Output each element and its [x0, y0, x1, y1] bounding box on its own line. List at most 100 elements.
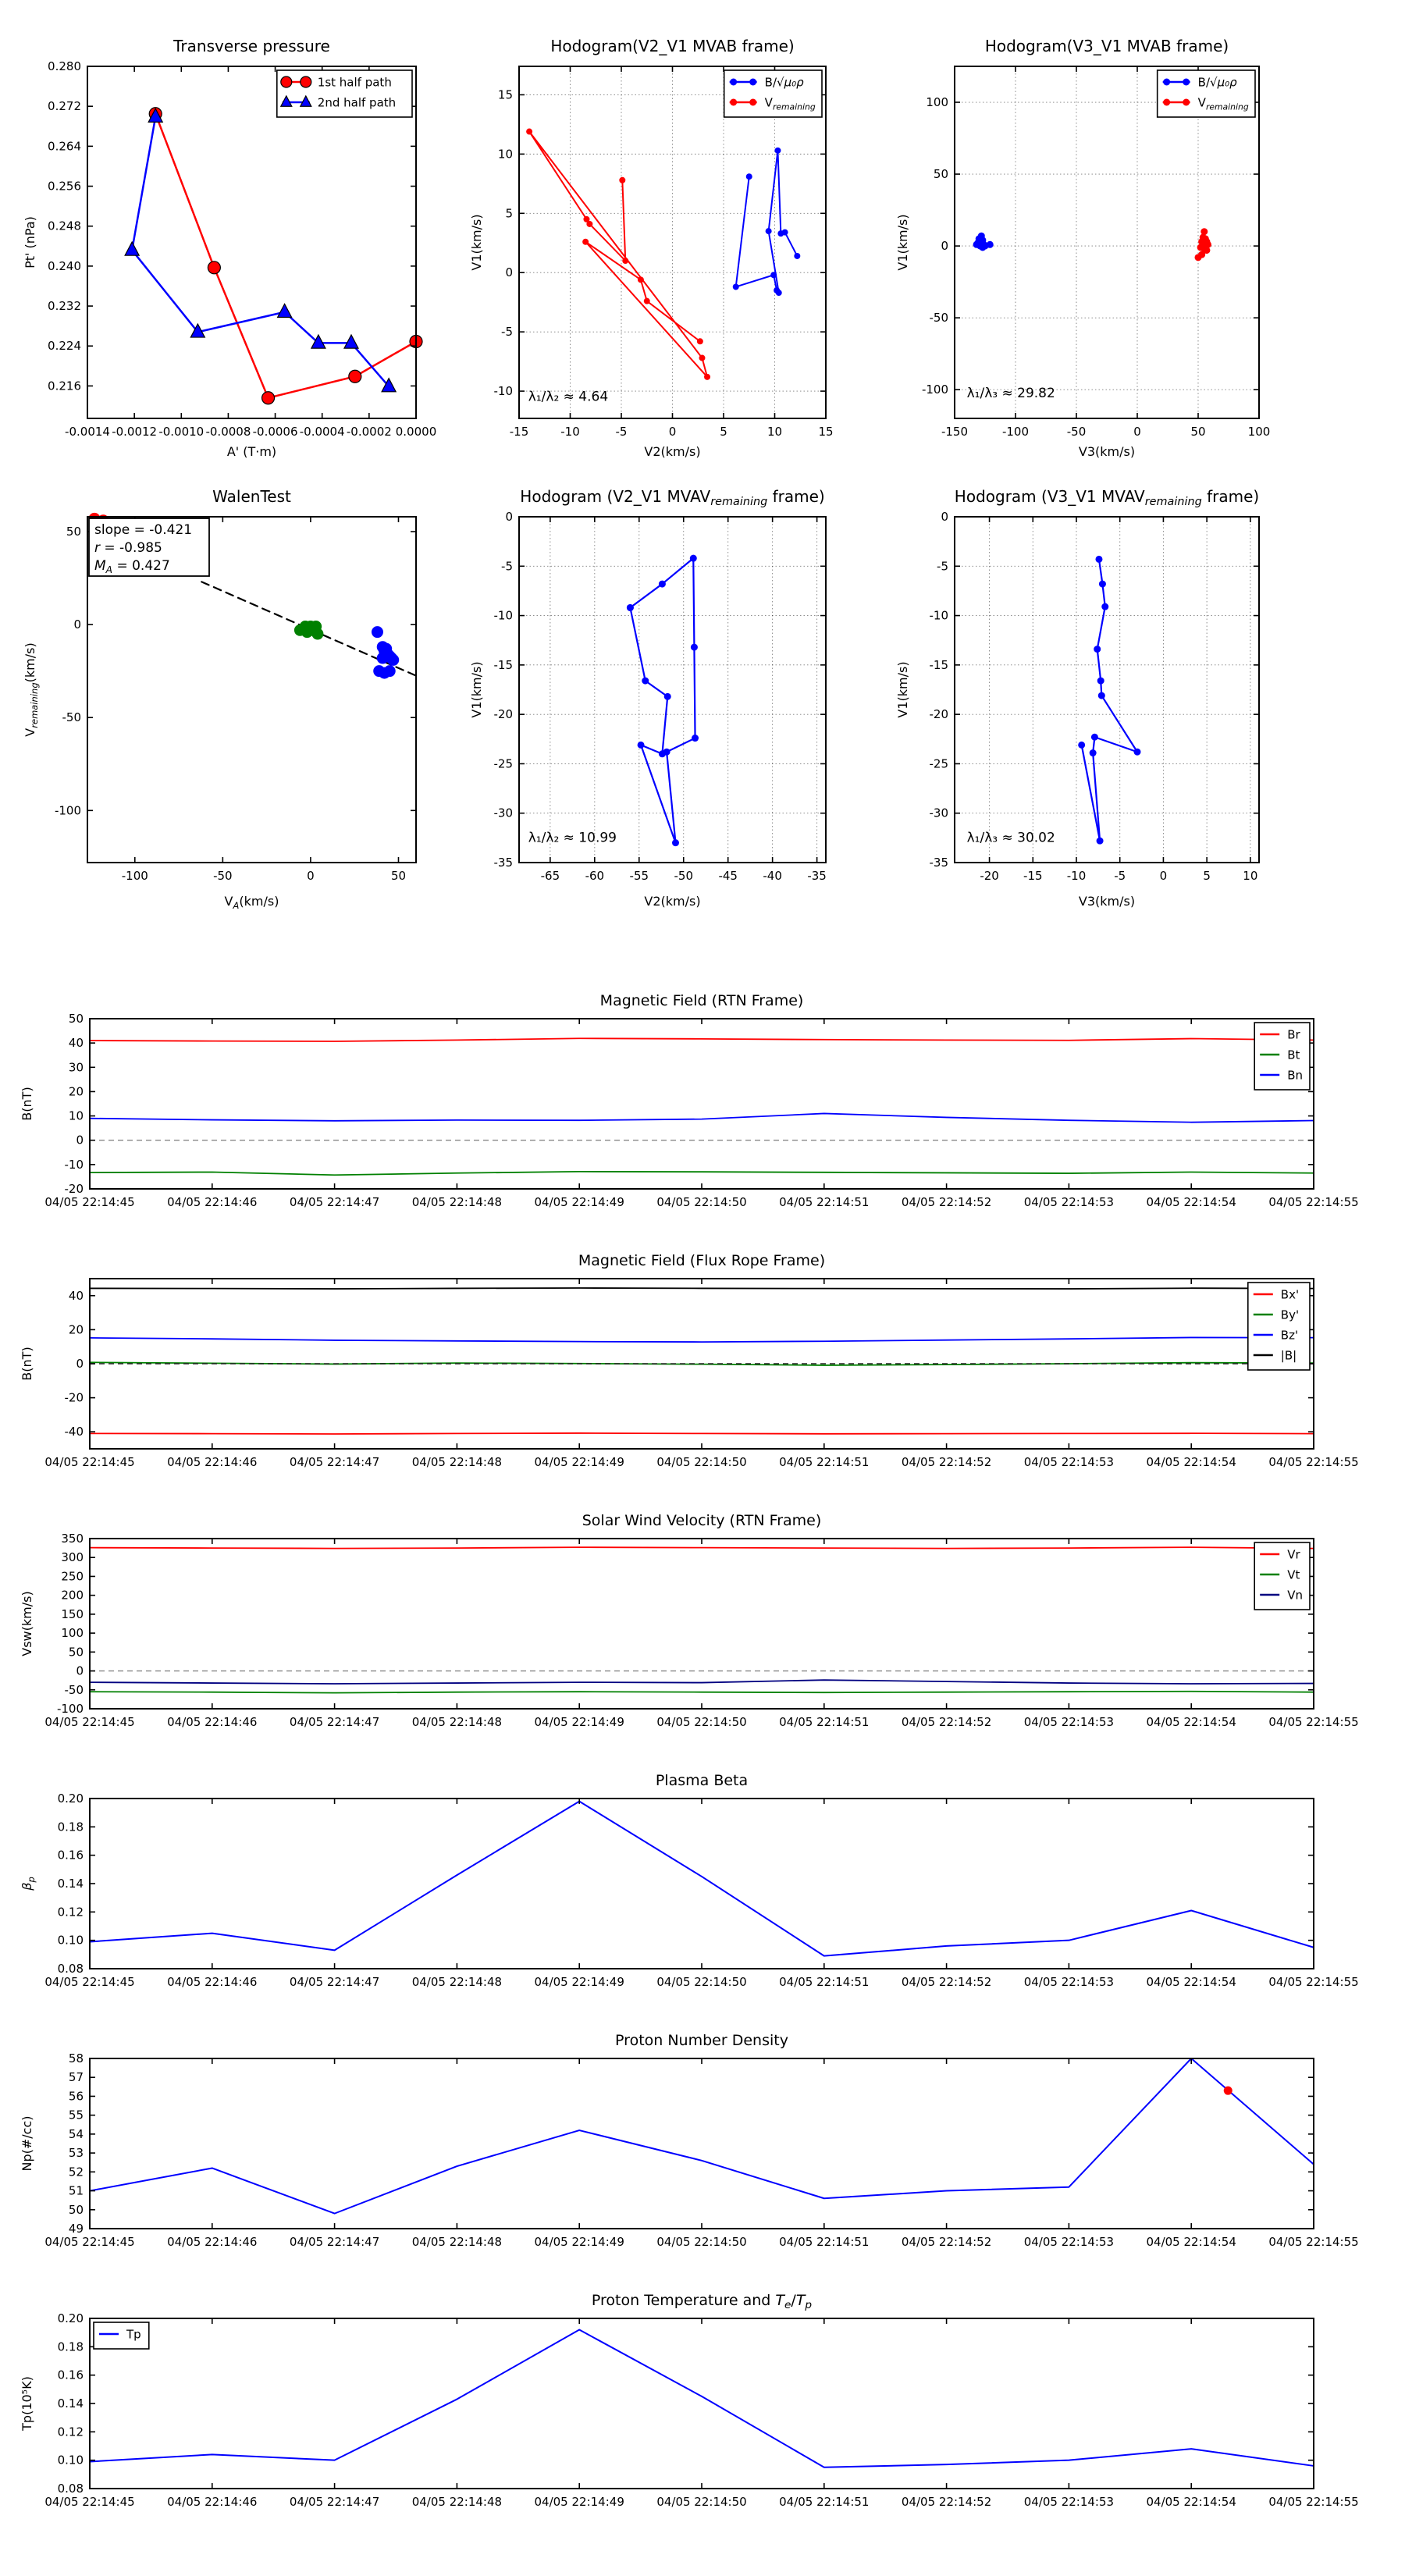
- x-tick-label: 04/05 22:14:48: [412, 1195, 502, 1209]
- x-tick-label: 04/05 22:14:50: [656, 1975, 746, 1989]
- legend-label: B/√μ₀ρ: [1198, 76, 1237, 90]
- plot-box: [90, 2058, 1314, 2229]
- plasma-beta-plot: 04/05 22:14:4504/05 22:14:4604/05 22:14:…: [0, 1759, 1405, 2019]
- y-axis-label: B(nT): [20, 1087, 34, 1120]
- x-tick-label: 5: [1203, 869, 1211, 883]
- x-tick-label: 04/05 22:14:45: [44, 1195, 134, 1209]
- y-tick-label: 0.264: [48, 139, 81, 153]
- y-tick-label: 15: [498, 87, 513, 101]
- y-tick-label: 350: [61, 1532, 84, 1546]
- x-tick-label: 04/05 22:14:55: [1268, 1715, 1358, 1729]
- y-axis-label: Tp(10⁵K): [20, 2376, 34, 2432]
- panel-plasma-beta: 04/05 22:14:4504/05 22:14:4604/05 22:14:…: [0, 1759, 1405, 2019]
- x-tick-label: -5: [616, 425, 628, 439]
- x-tick-label: 04/05 22:14:46: [167, 1715, 257, 1729]
- x-tick-label: 5: [720, 425, 727, 439]
- y-tick-label: 0.10: [58, 1934, 84, 1948]
- figure-canvas: -0.0014-0.0012-0.0010-0.0008-0.0006-0.00…: [0, 0, 1405, 2576]
- y-tick-label: 51: [69, 2184, 84, 2198]
- y-tick-label: 0.232: [48, 299, 81, 313]
- y-tick-label: 10: [498, 147, 513, 161]
- y-tick-label: 0.256: [48, 180, 81, 194]
- y-tick-label: 150: [61, 1607, 84, 1621]
- x-tick-label: 04/05 22:14:49: [535, 1195, 624, 1209]
- x-tick-label: 04/05 22:14:48: [412, 2495, 502, 2509]
- x-tick-label: 04/05 22:14:47: [290, 1455, 379, 1469]
- plot-title: Magnetic Field (Flux Rope Frame): [578, 1252, 825, 1269]
- ticks: 04/05 22:14:4504/05 22:14:4604/05 22:14:…: [44, 1532, 1358, 1729]
- legend-label: Vn: [1287, 1589, 1303, 1603]
- x-tick-label: 100: [1248, 425, 1271, 439]
- annotation: λ₁/λ₃ ≈ 29.82: [967, 386, 1055, 401]
- x-tick-label: 04/05 22:14:53: [1024, 1975, 1114, 1989]
- panel-proton-number-density: 04/05 22:14:4504/05 22:14:4604/05 22:14:…: [0, 2019, 1405, 2279]
- y-tick-label: -50: [62, 710, 82, 724]
- legend-label: Vr: [1287, 1548, 1300, 1562]
- legend-label: Bx': [1281, 1288, 1299, 1302]
- y-tick-label: 58: [69, 2051, 84, 2065]
- legend-label: Bt: [1287, 1048, 1300, 1062]
- y-axis-label: Np(#/cc): [20, 2116, 34, 2172]
- x-tick-label: 04/05 22:14:46: [167, 1195, 257, 1209]
- y-tick-label: 0: [941, 510, 948, 524]
- y-tick-label: 0.20: [58, 2311, 84, 2325]
- ticks: -65-60-55-50-45-40-35-35-30-25-20-15-10-…: [494, 510, 827, 883]
- series-Vn: [90, 1680, 1314, 1684]
- y-tick-label: -40: [65, 1425, 84, 1439]
- legend-label: |B|: [1281, 1349, 1297, 1363]
- legend: Bx'By'Bz'|B|: [1248, 1283, 1310, 1370]
- series-Vr: [90, 1547, 1314, 1548]
- x-axis-label: V2(km/s): [644, 894, 700, 909]
- y-tick-label: 57: [69, 2070, 84, 2084]
- legend-label: 2nd half path: [318, 96, 396, 110]
- ticks: -15-10-5051015-10-5051015: [494, 66, 834, 439]
- x-tick-label: -0.0012: [112, 425, 157, 439]
- y-axis-label: Vsw(km/s): [20, 1591, 34, 1656]
- x-tick-label: 04/05 22:14:45: [44, 2495, 134, 2509]
- stat-line: slope = -0.421: [94, 522, 192, 538]
- y-tick-label: -35: [930, 856, 949, 870]
- series-Bn: [90, 1113, 1314, 1122]
- x-tick-label: 04/05 22:14:50: [656, 1195, 746, 1209]
- x-tick-label: 04/05 22:14:54: [1147, 1715, 1236, 1729]
- x-tick-label: 04/05 22:14:49: [535, 2235, 624, 2249]
- series-1st half path: [149, 108, 422, 404]
- x-tick-label: 04/05 22:14:51: [779, 1195, 869, 1209]
- y-tick-label: -50: [65, 1683, 84, 1697]
- x-tick-label: 04/05 22:14:53: [1024, 1455, 1114, 1469]
- x-tick-label: 0: [307, 869, 315, 883]
- ticks: -150-100-50050100-100-50050100: [922, 66, 1270, 439]
- y-tick-label: 50: [69, 2203, 84, 2217]
- y-tick-label: 0.12: [58, 1905, 84, 1919]
- x-axis-label: V2(km/s): [644, 444, 700, 459]
- proton-temperature-plot: 04/05 22:14:4504/05 22:14:4604/05 22:14:…: [0, 2279, 1405, 2539]
- x-tick-label: -0.0010: [158, 425, 204, 439]
- plot-title: WalenTest: [212, 487, 291, 506]
- x-tick-label: 04/05 22:14:52: [902, 1195, 991, 1209]
- y-axis-label: βp: [20, 1877, 37, 1891]
- panel-magnetic-field-rtn: 04/05 22:14:45 04/05 22:14:46 04/05 22:14:…: [0, 980, 1405, 1240]
- x-tick-label: 04/05 22:14:49: [535, 1455, 624, 1469]
- y-tick-label: -20: [65, 1182, 84, 1196]
- y-tick-label: 56: [69, 2089, 84, 2103]
- x-tick-label: -10: [560, 425, 580, 439]
- y-tick-label: 50: [66, 525, 81, 539]
- series-2nd half path: [125, 109, 396, 392]
- y-axis-label: V1(km/s): [898, 214, 910, 270]
- y-tick-label: 20: [69, 1322, 84, 1336]
- x-tick-label: 04/05 22:14:45: [44, 1975, 134, 1989]
- x-tick-label: 04/05 22:14:51: [779, 2235, 869, 2249]
- series-Br: [90, 1038, 1314, 1041]
- y-tick-label: 0: [73, 617, 81, 632]
- legend-label: Bz': [1281, 1329, 1298, 1343]
- y-tick-label: 50: [69, 1012, 84, 1026]
- series-Vremaining: [526, 129, 710, 380]
- y-tick-label: 50: [934, 167, 948, 181]
- y-axis-label: V1(km/s): [898, 661, 910, 717]
- y-tick-label: -25: [930, 756, 949, 770]
- y-tick-label: -50: [930, 311, 949, 325]
- y-tick-label: 100: [926, 95, 948, 109]
- y-tick-label: 55: [69, 2108, 84, 2122]
- y-tick-label: 0: [76, 1357, 84, 1371]
- y-tick-label: 0: [941, 239, 948, 253]
